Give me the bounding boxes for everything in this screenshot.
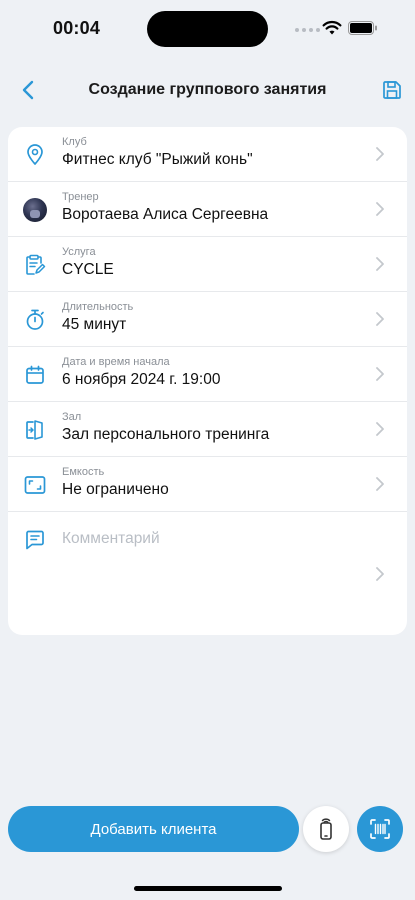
trainer-row[interactable]: Тренер Воротаева Алиса Сергеевна: [8, 182, 407, 237]
trainer-avatar: [23, 198, 47, 222]
hall-value: Зал персонального тренинга: [62, 426, 270, 443]
wifi-icon: [322, 20, 342, 35]
capacity-value: Не ограничено: [62, 481, 169, 498]
chevron-right-icon: [376, 567, 384, 581]
club-label: Клуб: [62, 136, 87, 148]
location-pin-icon: [23, 143, 47, 167]
trainer-label: Тренер: [62, 191, 99, 203]
save-button[interactable]: [378, 75, 406, 105]
start-datetime-value: 6 ноября 2024 г. 19:00: [62, 371, 221, 388]
chevron-right-icon: [376, 477, 384, 491]
stopwatch-icon: [23, 308, 47, 332]
capacity-label: Емкость: [62, 466, 105, 478]
capacity-frame-icon: [23, 473, 47, 497]
start-datetime-label: Дата и время начала: [62, 356, 170, 368]
phone-nfc-button[interactable]: [303, 806, 349, 852]
chevron-right-icon: [376, 257, 384, 271]
calendar-icon: [23, 363, 47, 387]
barcode-scan-icon: [370, 819, 390, 839]
trainer-value: Воротаева Алиса Сергеевна: [62, 206, 269, 223]
avatar: [23, 198, 47, 222]
add-client-button[interactable]: Добавить клиента: [8, 806, 299, 852]
page-title: Создание группового занятия: [88, 81, 327, 98]
capacity-row[interactable]: Емкость Не ограничено: [8, 457, 407, 512]
home-indicator: [134, 886, 282, 891]
door-enter-icon: [23, 418, 47, 442]
phone-signal-icon: [320, 818, 332, 840]
comment-placeholder: Комментарий: [62, 530, 160, 547]
battery-icon: [348, 21, 377, 35]
hall-label: Зал: [62, 411, 82, 423]
service-row[interactable]: Услуга CYCLE: [8, 237, 407, 292]
service-label: Услуга: [62, 246, 96, 258]
chevron-right-icon: [376, 367, 384, 381]
dynamic-island: [147, 11, 268, 47]
save-icon: [383, 81, 401, 99]
chevron-right-icon: [376, 422, 384, 436]
chevron-right-icon: [376, 147, 384, 161]
status-time: 00:04: [53, 18, 101, 38]
chat-bubble-icon: [23, 528, 47, 552]
duration-label: Длительность: [62, 301, 134, 313]
status-bar: 00:04: [0, 0, 415, 58]
service-value: CYCLE: [62, 261, 114, 278]
club-row[interactable]: Клуб Фитнес клуб "Рыжий конь": [8, 127, 407, 182]
navigation-bar: Создание группового занятия: [0, 70, 415, 110]
club-value: Фитнес клуб "Рыжий конь": [62, 151, 253, 168]
group-class-form: Клуб Фитнес клуб "Рыжий конь" Тренер Вор…: [8, 127, 407, 635]
cellular-signal-icon: [295, 28, 320, 32]
scan-barcode-button[interactable]: [357, 806, 403, 852]
comment-field[interactable]: Комментарий: [8, 512, 407, 635]
chevron-right-icon: [376, 202, 384, 216]
clipboard-edit-icon: [23, 253, 47, 277]
hall-row[interactable]: Зал Зал персонального тренинга: [8, 402, 407, 457]
duration-value: 45 минут: [62, 316, 127, 333]
chevron-right-icon: [376, 312, 384, 326]
duration-row[interactable]: Длительность 45 минут: [8, 292, 407, 347]
start-datetime-row[interactable]: Дата и время начала 6 ноября 2024 г. 19:…: [8, 347, 407, 402]
